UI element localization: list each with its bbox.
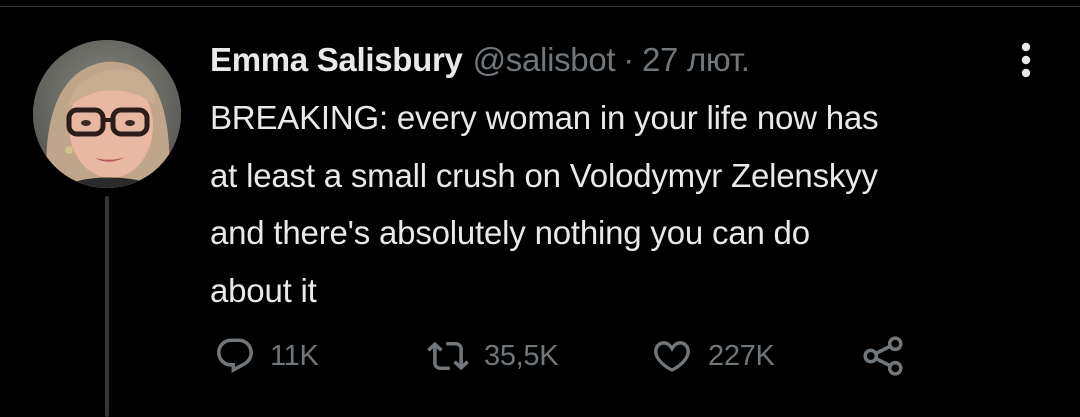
- tweet-date[interactable]: 27 лют.: [642, 41, 750, 79]
- like-button[interactable]: 227K: [650, 334, 775, 378]
- retweet-icon: [426, 335, 470, 377]
- avatar-image: [33, 40, 181, 188]
- retweet-count: 35,5K: [484, 339, 559, 372]
- author-handle[interactable]: @salisbot: [473, 41, 616, 79]
- thread-line: [105, 196, 109, 417]
- more-options-button[interactable]: [1004, 38, 1048, 82]
- like-count: 227K: [708, 339, 775, 372]
- share-icon: [860, 335, 906, 377]
- top-divider: [0, 0, 1080, 7]
- more-vertical-icon: [1021, 42, 1031, 78]
- reply-icon: [214, 335, 256, 377]
- tweet-header: Emma Salisbury @salisbot · 27 лют.: [210, 38, 750, 82]
- reply-count: 11K: [270, 339, 319, 372]
- reply-button[interactable]: 11K: [214, 334, 319, 378]
- avatar[interactable]: [33, 40, 181, 188]
- heart-icon: [650, 335, 694, 377]
- author-display-name[interactable]: Emma Salisbury: [210, 41, 463, 79]
- retweet-button[interactable]: 35,5K: [426, 334, 559, 378]
- separator-dot: ·: [623, 41, 634, 78]
- share-button[interactable]: [860, 334, 906, 378]
- tweet-text: BREAKING: every woman in your life now h…: [210, 99, 879, 309]
